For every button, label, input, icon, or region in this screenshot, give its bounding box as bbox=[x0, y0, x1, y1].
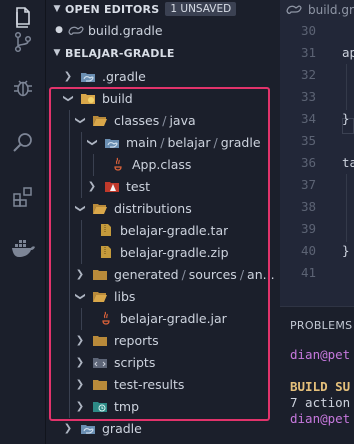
tab-problems[interactable]: PROBLEMS bbox=[290, 319, 352, 332]
debug-icon[interactable] bbox=[7, 72, 39, 104]
code-line: } bbox=[342, 243, 350, 258]
tree-item-dot-gradle[interactable]: ❯ .gradle bbox=[46, 65, 280, 87]
chevron-down-icon: ▼ bbox=[53, 4, 61, 14]
chevron-down-icon: ▼ bbox=[53, 48, 61, 58]
code-line: ta bbox=[342, 155, 354, 170]
highlight-box bbox=[49, 87, 270, 421]
extensions-icon[interactable] bbox=[7, 181, 39, 213]
search-icon[interactable] bbox=[7, 127, 39, 159]
project-header[interactable]: ▼ BELAJAR-GRADLE bbox=[46, 43, 280, 63]
open-editor-label: build.gradle bbox=[88, 22, 163, 38]
editor-tab-label: build.gradl bbox=[308, 3, 354, 17]
indent-guide bbox=[346, 64, 347, 110]
chevron-right-icon: ❯ bbox=[63, 422, 73, 434]
terminal-prompt: dian@pet bbox=[290, 411, 351, 426]
line-number: 40 bbox=[300, 243, 316, 258]
project-title: BELAJAR-GRADLE bbox=[65, 46, 175, 60]
docker-icon[interactable] bbox=[7, 232, 39, 264]
line-number: 37 bbox=[300, 177, 316, 192]
open-editors-title: OPEN EDITORS bbox=[65, 2, 160, 16]
line-number: 35 bbox=[300, 133, 316, 148]
code-line: ap bbox=[342, 45, 354, 60]
line-number: 32 bbox=[300, 67, 316, 82]
line-number: 38 bbox=[300, 199, 316, 214]
line-number: 41 bbox=[300, 265, 316, 280]
gradle-folder-icon bbox=[80, 421, 96, 435]
gradle-folder-icon bbox=[80, 69, 96, 83]
line-number: 30 bbox=[300, 23, 316, 38]
open-editors-header[interactable]: ▼ OPEN EDITORS 1 UNSAVED bbox=[46, 0, 280, 19]
open-editor-item[interactable]: ● build.gradle bbox=[52, 19, 280, 41]
line-number: 33 bbox=[300, 89, 316, 104]
terminal-build-success: BUILD SU bbox=[290, 379, 351, 394]
line-number: 36 bbox=[300, 155, 316, 170]
terminal-actions: 7 action bbox=[290, 395, 351, 410]
unsaved-badge: 1 UNSAVED bbox=[165, 2, 237, 16]
terminal-prompt: dian@pet bbox=[290, 347, 351, 362]
bottom-panel: PROBLEMS dian@pet BUILD SU 7 action dian… bbox=[280, 306, 354, 444]
tree-item-label: gradle bbox=[102, 420, 142, 436]
gradle-file-icon bbox=[286, 3, 302, 18]
editor-tab[interactable]: build.gradl bbox=[280, 0, 354, 20]
gradle-file-icon bbox=[68, 23, 84, 37]
line-number: 39 bbox=[300, 221, 316, 236]
line-number: 31 bbox=[300, 45, 316, 60]
unsaved-dot-icon[interactable]: ● bbox=[52, 25, 66, 35]
code-line: } bbox=[342, 111, 350, 126]
source-control-icon[interactable] bbox=[7, 26, 39, 58]
tree-item-label: .gradle bbox=[102, 68, 146, 84]
chevron-right-icon: ❯ bbox=[63, 70, 73, 82]
code-editor[interactable]: 30 31 32 33 34 35 36 37 38 39 40 41 ap }… bbox=[280, 20, 354, 306]
activity-bar bbox=[0, 0, 46, 444]
line-number: 34 bbox=[300, 111, 316, 126]
indent-guide bbox=[346, 174, 347, 242]
